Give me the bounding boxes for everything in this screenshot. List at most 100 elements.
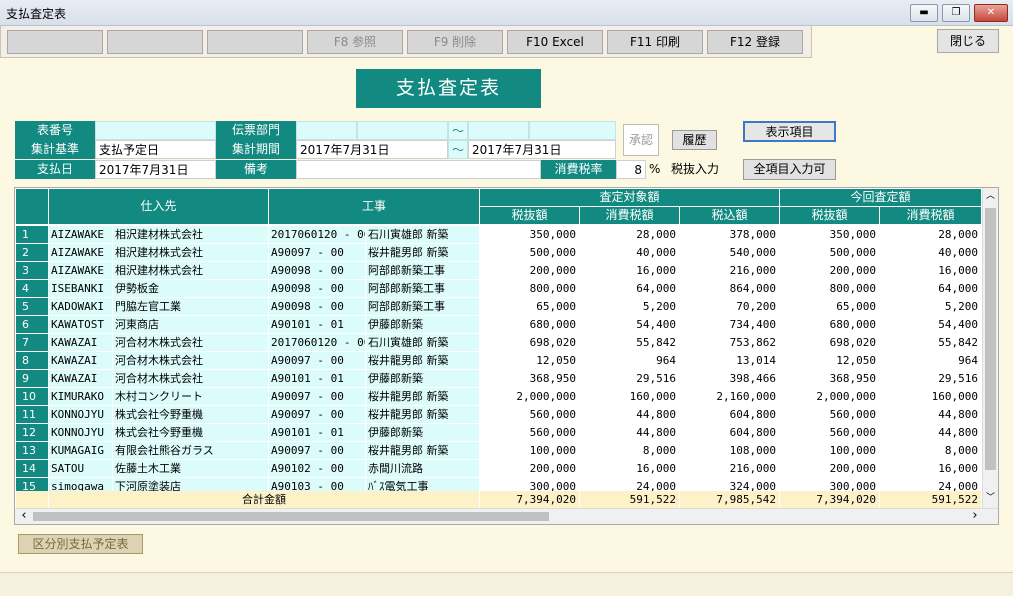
- cell-koji-code[interactable]: A90098 - 00: [269, 298, 366, 316]
- f10-excel-button[interactable]: F10 Excel: [507, 30, 603, 54]
- cell-zeinuki[interactable]: 2,000,000: [480, 388, 580, 406]
- f12-register-button[interactable]: F12 登録: [707, 30, 803, 54]
- cell-no[interactable]: 2: [16, 244, 49, 262]
- cell-tax[interactable]: 40,000: [580, 244, 680, 262]
- cell-tax[interactable]: 28,000: [580, 226, 680, 244]
- cell-code[interactable]: AIZAWAKE: [49, 226, 113, 244]
- cell-code[interactable]: KAWAZAI: [49, 352, 113, 370]
- scroll-left-icon[interactable]: ‹: [17, 509, 31, 524]
- close-icon[interactable]: ✕: [974, 4, 1008, 22]
- cell-koji-code[interactable]: A90101 - 01: [269, 370, 366, 388]
- cell-koji-name[interactable]: 桜井龍男郎 新築: [366, 442, 480, 460]
- cell-zeikomi[interactable]: 216,000: [680, 262, 780, 280]
- cell-koji-code[interactable]: A90097 - 00: [269, 406, 366, 424]
- cell-k-zeinuki[interactable]: 350,000: [780, 226, 880, 244]
- cell-tax[interactable]: 964: [580, 352, 680, 370]
- cell-koji-name[interactable]: 桜井龍男郎 新築: [366, 406, 480, 424]
- cell-k-tax[interactable]: 44,800: [880, 406, 982, 424]
- cell-name[interactable]: 門脇左官工業: [113, 298, 269, 316]
- cell-koji-name[interactable]: 桜井龍男郎 新築: [366, 244, 480, 262]
- cell-zeinuki[interactable]: 200,000: [480, 262, 580, 280]
- tax-rate-field[interactable]: 8: [616, 160, 646, 179]
- shiharai-field[interactable]: 2017年7月31日: [95, 160, 216, 179]
- cell-tax[interactable]: 160,000: [580, 388, 680, 406]
- cell-k-tax[interactable]: 29,516: [880, 370, 982, 388]
- cell-zeikomi[interactable]: 70,200: [680, 298, 780, 316]
- shukei-kikan-from-field[interactable]: 2017年7月31日: [296, 140, 448, 159]
- cell-zeikomi[interactable]: 604,800: [680, 424, 780, 442]
- cell-koji-name[interactable]: 阿部郎新築工事: [366, 262, 480, 280]
- cell-code[interactable]: KIMURAKO: [49, 388, 113, 406]
- cell-name[interactable]: 木村コンクリート: [113, 388, 269, 406]
- cell-no[interactable]: 4: [16, 280, 49, 298]
- cell-k-zeinuki[interactable]: 368,950: [780, 370, 880, 388]
- cell-zeikomi[interactable]: 604,800: [680, 406, 780, 424]
- close-button[interactable]: 閉じる: [937, 29, 999, 53]
- cell-no[interactable]: 13: [16, 442, 49, 460]
- kubun-payment-schedule-button[interactable]: 区分別支払予定表: [18, 534, 143, 554]
- cell-koji-code[interactable]: A90098 - 00: [269, 262, 366, 280]
- cell-tax[interactable]: 55,842: [580, 334, 680, 352]
- cell-no[interactable]: 9: [16, 370, 49, 388]
- cell-koji-name[interactable]: 伊藤郎新築: [366, 424, 480, 442]
- cell-zeikomi[interactable]: 378,000: [680, 226, 780, 244]
- cell-koji-code[interactable]: A90097 - 00: [269, 244, 366, 262]
- cell-k-zeinuki[interactable]: 560,000: [780, 424, 880, 442]
- cell-name[interactable]: 株式会社今野重機: [113, 406, 269, 424]
- cell-koji-code[interactable]: A90097 - 00: [269, 442, 366, 460]
- vertical-scroll-thumb[interactable]: [985, 208, 996, 470]
- cell-no[interactable]: 6: [16, 316, 49, 334]
- cell-koji-code[interactable]: A90101 - 01: [269, 424, 366, 442]
- cell-name[interactable]: 伊勢板金: [113, 280, 269, 298]
- cell-koji-code[interactable]: 2017060120 - 00: [269, 334, 366, 352]
- cell-zeinuki[interactable]: 560,000: [480, 406, 580, 424]
- cell-k-tax[interactable]: 28,000: [880, 226, 982, 244]
- cell-code[interactable]: KUMAGAIG: [49, 442, 113, 460]
- cell-name[interactable]: 河東商店: [113, 316, 269, 334]
- cell-k-tax[interactable]: 8,000: [880, 442, 982, 460]
- cell-zeinuki[interactable]: 560,000: [480, 424, 580, 442]
- cell-name[interactable]: 株式会社今野重機: [113, 424, 269, 442]
- cell-no[interactable]: 1: [16, 226, 49, 244]
- cell-koji-name[interactable]: 桜井龍男郎 新築: [366, 388, 480, 406]
- cell-name[interactable]: 河合材木株式会社: [113, 334, 269, 352]
- cell-k-tax[interactable]: 44,800: [880, 424, 982, 442]
- maximize-icon[interactable]: ❐: [942, 4, 970, 22]
- cell-k-tax[interactable]: 54,400: [880, 316, 982, 334]
- fkey-button-blank-2[interactable]: [107, 30, 203, 54]
- f8-reference-button[interactable]: F8 参照: [307, 30, 403, 54]
- cell-k-zeinuki[interactable]: 200,000: [780, 262, 880, 280]
- cell-name[interactable]: 相沢建材株式会社: [113, 262, 269, 280]
- cell-zeikomi[interactable]: 753,862: [680, 334, 780, 352]
- denpyo-bumon-from-code[interactable]: [296, 121, 357, 140]
- cell-zeinuki[interactable]: 12,050: [480, 352, 580, 370]
- horizontal-scroll-thumb[interactable]: [33, 512, 549, 521]
- f9-delete-button[interactable]: F9 削除: [407, 30, 503, 54]
- cell-k-zeinuki[interactable]: 698,020: [780, 334, 880, 352]
- cell-tax[interactable]: 29,516: [580, 370, 680, 388]
- cell-name[interactable]: 有限会社熊谷ガラス: [113, 442, 269, 460]
- cell-koji-code[interactable]: A90098 - 00: [269, 280, 366, 298]
- cell-code[interactable]: KONNOJYU: [49, 424, 113, 442]
- cell-koji-name[interactable]: 石川寅雄郎 新築: [366, 226, 480, 244]
- cell-k-tax[interactable]: 16,000: [880, 262, 982, 280]
- cell-no[interactable]: 14: [16, 460, 49, 478]
- cell-code[interactable]: KADOWAKI: [49, 298, 113, 316]
- cell-zeikomi[interactable]: 734,400: [680, 316, 780, 334]
- cell-k-zeinuki[interactable]: 65,000: [780, 298, 880, 316]
- cell-tax[interactable]: 5,200: [580, 298, 680, 316]
- cell-k-zeinuki[interactable]: 2,000,000: [780, 388, 880, 406]
- cell-zeinuki[interactable]: 800,000: [480, 280, 580, 298]
- cell-k-tax[interactable]: 55,842: [880, 334, 982, 352]
- cell-koji-name[interactable]: 石川寅雄郎 新築: [366, 334, 480, 352]
- cell-k-zeinuki[interactable]: 12,050: [780, 352, 880, 370]
- cell-zeikomi[interactable]: 216,000: [680, 460, 780, 478]
- cell-koji-name[interactable]: 伊藤郎新築: [366, 370, 480, 388]
- cell-k-zeinuki[interactable]: 500,000: [780, 244, 880, 262]
- cell-no[interactable]: 5: [16, 298, 49, 316]
- cell-zeikomi[interactable]: 864,000: [680, 280, 780, 298]
- cell-koji-code[interactable]: 2017060120 - 00: [269, 226, 366, 244]
- cell-koji-code[interactable]: A90097 - 00: [269, 352, 366, 370]
- cell-tax[interactable]: 44,800: [580, 406, 680, 424]
- cell-no[interactable]: 7: [16, 334, 49, 352]
